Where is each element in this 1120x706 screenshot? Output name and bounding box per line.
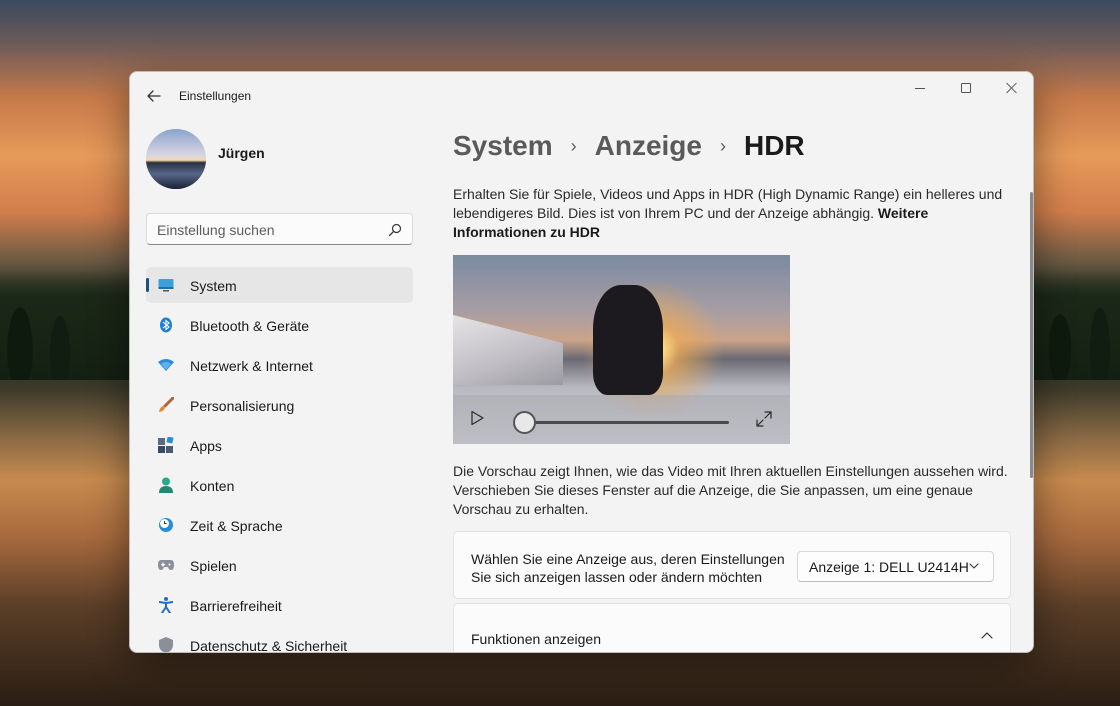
preview-description: Die Vorschau zeigt Ihnen, wie das Video …: [453, 463, 1008, 517]
breadcrumb-separator: ›: [570, 135, 577, 156]
sidebar-item-accessibility[interactable]: Barrierefreiheit: [146, 587, 413, 623]
page-title: HDR: [743, 130, 805, 161]
hdr-video-preview: [453, 255, 790, 444]
video-progress-thumb[interactable]: [513, 411, 536, 434]
back-arrow-icon: [147, 90, 161, 102]
profile-avatar-image: [146, 129, 206, 189]
sidebar-item-time-language[interactable]: Zeit & Sprache: [146, 507, 413, 543]
system-display-icon: [158, 277, 174, 293]
profile-name[interactable]: Jürgen: [218, 145, 265, 161]
sidebar-item-network[interactable]: Netzwerk & Internet: [146, 347, 413, 383]
sidebar-item-bluetooth[interactable]: Bluetooth & Geräte: [146, 307, 413, 343]
close-icon: [1006, 82, 1018, 94]
breadcrumb-display[interactable]: Anzeige: [595, 130, 702, 162]
sidebar-item-apps[interactable]: Apps: [146, 427, 413, 463]
video-scene-person: [593, 285, 663, 395]
sidebar-item-label: System: [190, 278, 237, 294]
app-title: Einstellungen: [179, 89, 252, 103]
search-input[interactable]: [157, 220, 377, 240]
sidebar-item-system[interactable]: System: [146, 267, 413, 303]
sidebar-item-label: Netzwerk & Internet: [190, 358, 313, 374]
sidebar-item-label: Apps: [190, 438, 222, 454]
content-scrollbar[interactable]: [1030, 192, 1033, 478]
display-select-card: Wählen Sie eine Anzeige aus, deren Einst…: [453, 531, 1011, 599]
paintbrush-icon: [158, 397, 174, 413]
shield-icon: [158, 637, 174, 652]
search-icon[interactable]: [388, 223, 402, 237]
display-dropdown-value: Anzeige 1: DELL U2414H: [809, 559, 969, 575]
hdr-intro-text: Erhalten Sie für Spiele, Videos und Apps…: [453, 185, 1013, 242]
sidebar-item-accounts[interactable]: Konten: [146, 467, 413, 503]
sidebar-item-gaming[interactable]: Spielen: [146, 547, 413, 583]
sidebar-item-label: Datenschutz & Sicherheit: [190, 638, 348, 653]
sidebar-item-label: Zeit & Sprache: [190, 518, 283, 534]
bluetooth-icon: [158, 317, 174, 333]
gamepad-icon: [158, 557, 174, 573]
title-bar: Einstellungen: [130, 72, 1033, 120]
play-icon[interactable]: [469, 410, 485, 426]
video-controls: [453, 395, 790, 444]
sidebar-item-label: Spielen: [190, 558, 237, 574]
video-scene-railing: [453, 315, 563, 385]
display-features-label: Funktionen anzeigen: [471, 631, 601, 647]
accessibility-icon: [158, 597, 174, 613]
settings-window: Einstellungen Jürgen Einstellung suchen …: [129, 71, 1034, 653]
breadcrumb-separator: ›: [719, 135, 726, 156]
sidebar-item-personalization[interactable]: Personalisierung: [146, 387, 413, 423]
chevron-down-icon: [969, 563, 979, 569]
maximize-icon: [961, 83, 971, 93]
maximize-button[interactable]: [943, 72, 989, 104]
apps-icon: [158, 437, 174, 453]
sidebar-item-label: Barrierefreiheit: [190, 598, 282, 614]
chevron-up-icon[interactable]: [981, 631, 993, 641]
display-dropdown[interactable]: Anzeige 1: DELL U2414H: [797, 551, 994, 582]
video-progress-track[interactable]: [525, 421, 729, 424]
display-select-label: Wählen Sie eine Anzeige aus, deren Einst…: [471, 551, 785, 585]
sidebar-item-privacy-security[interactable]: Datenschutz & Sicherheit: [146, 627, 413, 653]
breadcrumb-system[interactable]: System: [453, 130, 553, 162]
close-button[interactable]: [989, 72, 1033, 104]
fullscreen-icon[interactable]: [756, 411, 772, 427]
breadcrumb: System › Anzeige › HDR: [453, 130, 805, 162]
minimize-button[interactable]: [897, 72, 943, 104]
wifi-icon: [158, 357, 174, 373]
sidebar-item-label: Bluetooth & Geräte: [190, 318, 310, 334]
sidebar-item-label: Personalisierung: [190, 398, 295, 414]
sidebar-item-label: Konten: [190, 478, 235, 494]
avatar[interactable]: [146, 129, 206, 189]
search-box[interactable]: [146, 213, 413, 245]
back-button[interactable]: [140, 84, 168, 108]
user-icon: [158, 477, 174, 493]
display-features-card[interactable]: Funktionen anzeigen: [453, 603, 1011, 652]
minimize-icon: [915, 87, 925, 89]
sidebar-nav: System Bluetooth & Geräte Netzwerk & Int…: [146, 267, 413, 653]
clock-globe-icon: [158, 517, 174, 533]
